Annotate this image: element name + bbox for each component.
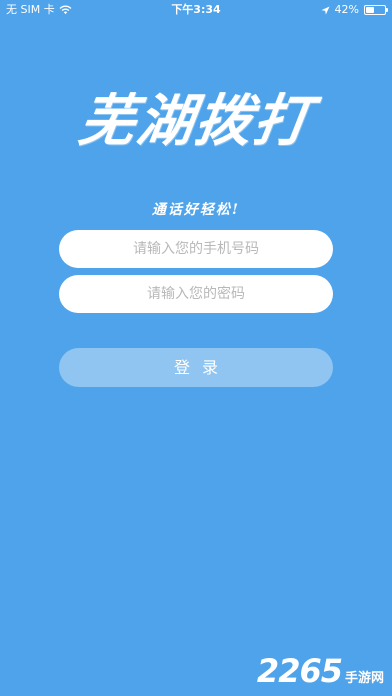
battery-fill xyxy=(366,7,374,13)
location-icon xyxy=(320,5,330,15)
battery-percent: 42% xyxy=(334,3,359,16)
app-slogan: 通话好轻松! xyxy=(151,202,241,218)
watermark-site: 手游网 xyxy=(344,671,384,686)
status-right: 42% xyxy=(320,0,388,20)
phone-input[interactable] xyxy=(59,230,333,268)
password-input[interactable] xyxy=(59,275,333,313)
app-title: 芜湖拨打 xyxy=(74,88,317,154)
watermark-number: 2265 xyxy=(256,652,343,690)
watermark: 2265 手游网 xyxy=(257,652,384,690)
login-button[interactable]: 登录 xyxy=(59,348,333,387)
battery-icon xyxy=(364,5,388,15)
status-bar: 无 SIM 卡 下午3:34 42% xyxy=(0,0,392,20)
